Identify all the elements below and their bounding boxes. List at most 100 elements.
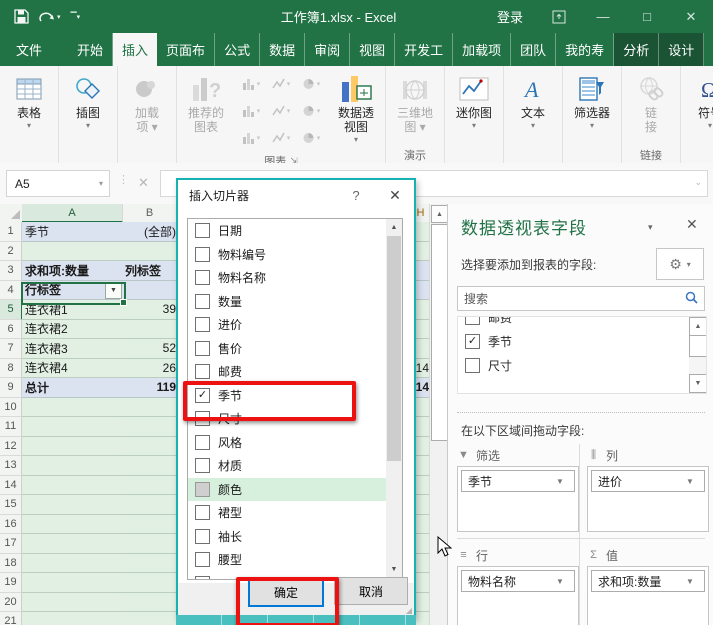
- slicer-item-数量[interactable]: 数量: [188, 290, 402, 314]
- row-header-19[interactable]: 19: [0, 573, 22, 593]
- cell-B6[interactable]: [123, 319, 178, 339]
- cell-B14[interactable]: [123, 475, 178, 495]
- slicer-item-物料名称[interactable]: 物料名称: [188, 266, 402, 290]
- pane-field-季节[interactable]: 季节: [458, 329, 706, 353]
- symbols-button[interactable]: Ω 符号▾: [684, 68, 713, 146]
- cell-B9[interactable]: 119: [123, 378, 178, 398]
- cell-B5[interactable]: 39: [123, 300, 178, 320]
- cancel-button[interactable]: 取消: [334, 577, 408, 605]
- checked-checkbox[interactable]: [465, 333, 480, 349]
- dialog-title-bar[interactable]: 插入切片器 ? ✕: [178, 180, 414, 211]
- cell-B1[interactable]: (全部): [123, 222, 178, 242]
- tab-data[interactable]: 数据: [260, 33, 306, 66]
- row-header-21[interactable]: 21: [0, 612, 22, 625]
- tab-team[interactable]: 团队: [511, 33, 557, 66]
- rows-area-box[interactable]: 物料名称 ▼: [457, 566, 579, 625]
- cell-B20[interactable]: [123, 592, 178, 612]
- slicer-item-颜色[interactable]: 颜色: [188, 477, 402, 501]
- column-chart-icon[interactable]: ▾: [236, 70, 266, 97]
- sheet-vertical-scrollbar[interactable]: ▲: [429, 204, 448, 625]
- slicer-item-售价[interactable]: 售价: [188, 337, 402, 361]
- cell-B11[interactable]: [123, 417, 178, 437]
- close-button[interactable]: ✕: [669, 0, 713, 33]
- slicer-item-邮费[interactable]: 邮费: [188, 360, 402, 384]
- row-header-6[interactable]: 6: [0, 319, 22, 339]
- slicer-item-季节[interactable]: 季节: [188, 384, 402, 408]
- hierarchy-chart-icon[interactable]: ▾: [266, 70, 296, 97]
- cell-A14[interactable]: [22, 475, 126, 495]
- name-box[interactable]: A5 ▾: [6, 170, 110, 197]
- cell-A5[interactable]: 连衣裙1: [22, 300, 126, 320]
- cell-B16[interactable]: [123, 514, 178, 534]
- cell-A13[interactable]: [22, 456, 126, 476]
- cell-A8[interactable]: 连衣裙4: [22, 358, 126, 378]
- tab-add-ins[interactable]: 加载项: [453, 33, 512, 66]
- chevron-down-icon[interactable]: ▼: [550, 577, 574, 586]
- expand-formula-bar-icon[interactable]: ⌄: [694, 177, 702, 188]
- cell-B18[interactable]: [123, 553, 178, 573]
- unchecked-checkbox[interactable]: [195, 293, 210, 309]
- cell-B15[interactable]: [123, 495, 178, 515]
- scatter-chart-icon[interactable]: ▾: [266, 124, 296, 151]
- row-header-8[interactable]: 8: [0, 358, 22, 378]
- row-header-18[interactable]: 18: [0, 553, 22, 573]
- cell-A9[interactable]: 总计: [22, 378, 126, 398]
- scroll-down-icon[interactable]: ▼: [689, 374, 706, 393]
- cell-B8[interactable]: 26: [123, 358, 178, 378]
- field-pill-filters[interactable]: 季节 ▼: [461, 470, 575, 492]
- row-header-5[interactable]: 5: [0, 300, 23, 320]
- row-header-13[interactable]: 13: [0, 456, 22, 476]
- scroll-up-icon[interactable]: ▲: [386, 219, 402, 235]
- scrollbar-thumb[interactable]: [689, 335, 706, 357]
- maximize-button[interactable]: □: [625, 0, 669, 33]
- row-header-15[interactable]: 15: [0, 495, 22, 515]
- cell-A4[interactable]: 行标签 ▼: [22, 280, 126, 300]
- pane-field-尺寸[interactable]: 尺寸: [458, 353, 706, 377]
- field-list[interactable]: 邮费季节尺寸 ▲ ▼: [457, 316, 707, 394]
- save-icon[interactable]: [14, 9, 29, 24]
- unchecked-checkbox[interactable]: [195, 340, 210, 356]
- tab-home[interactable]: 开始: [68, 33, 114, 66]
- slicer-item-风格[interactable]: 风格: [188, 431, 402, 455]
- field-list-scrollbar[interactable]: ▲ ▼: [689, 317, 706, 393]
- filters-button[interactable]: 筛选器 ▾: [566, 68, 618, 146]
- scrollbar-thumb[interactable]: [431, 224, 448, 441]
- help-icon[interactable]: ?: [336, 188, 376, 203]
- scroll-up-icon[interactable]: ▲: [431, 205, 448, 223]
- tab-design[interactable]: 设计: [659, 33, 705, 66]
- pivotchart-button[interactable]: 数据透视图 ▾: [330, 68, 382, 153]
- column-header-b[interactable]: B: [123, 204, 177, 221]
- cell-A3[interactable]: 求和项:数量: [22, 261, 126, 281]
- unchecked-checkbox[interactable]: [195, 434, 210, 450]
- field-pill-columns[interactable]: 进价 ▼: [591, 470, 705, 492]
- cell-A17[interactable]: [22, 534, 126, 554]
- slicer-item-裙型[interactable]: 裙型: [188, 501, 402, 525]
- cell-A1[interactable]: 季节: [22, 222, 126, 242]
- unchecked-checkbox[interactable]: [195, 481, 210, 497]
- row-header-2[interactable]: 2: [0, 241, 22, 261]
- text-button[interactable]: A 文本 ▾: [507, 68, 559, 146]
- cell-B12[interactable]: [123, 436, 178, 456]
- line-chart-icon[interactable]: ▾: [236, 97, 266, 124]
- cell-A16[interactable]: [22, 514, 126, 534]
- scroll-down-icon[interactable]: ▼: [386, 561, 402, 577]
- cell-B2[interactable]: [123, 241, 178, 261]
- field-pill-rows[interactable]: 物料名称 ▼: [461, 570, 575, 592]
- cell-A2[interactable]: [22, 241, 126, 261]
- tab-insert[interactable]: 插入: [113, 33, 158, 66]
- columns-area-box[interactable]: 进价 ▼: [587, 466, 709, 532]
- cell-A12[interactable]: [22, 436, 126, 456]
- tab-analyze[interactable]: 分析: [614, 33, 660, 66]
- cell-B13[interactable]: [123, 456, 178, 476]
- unchecked-checkbox[interactable]: [195, 270, 210, 286]
- minimize-button[interactable]: —: [581, 0, 625, 33]
- cell-A21[interactable]: [22, 612, 126, 625]
- row-header-16[interactable]: 16: [0, 514, 22, 534]
- unchecked-checkbox[interactable]: [195, 528, 210, 544]
- row-header-7[interactable]: 7: [0, 339, 22, 359]
- chevron-down-icon[interactable]: ▼: [680, 477, 704, 486]
- unchecked-checkbox[interactable]: [195, 317, 210, 333]
- tell-me-box[interactable]: 告诉我: [704, 33, 713, 66]
- ok-button[interactable]: 确定: [248, 577, 324, 607]
- field-pill-values[interactable]: 求和项:数量 ▼: [591, 570, 705, 592]
